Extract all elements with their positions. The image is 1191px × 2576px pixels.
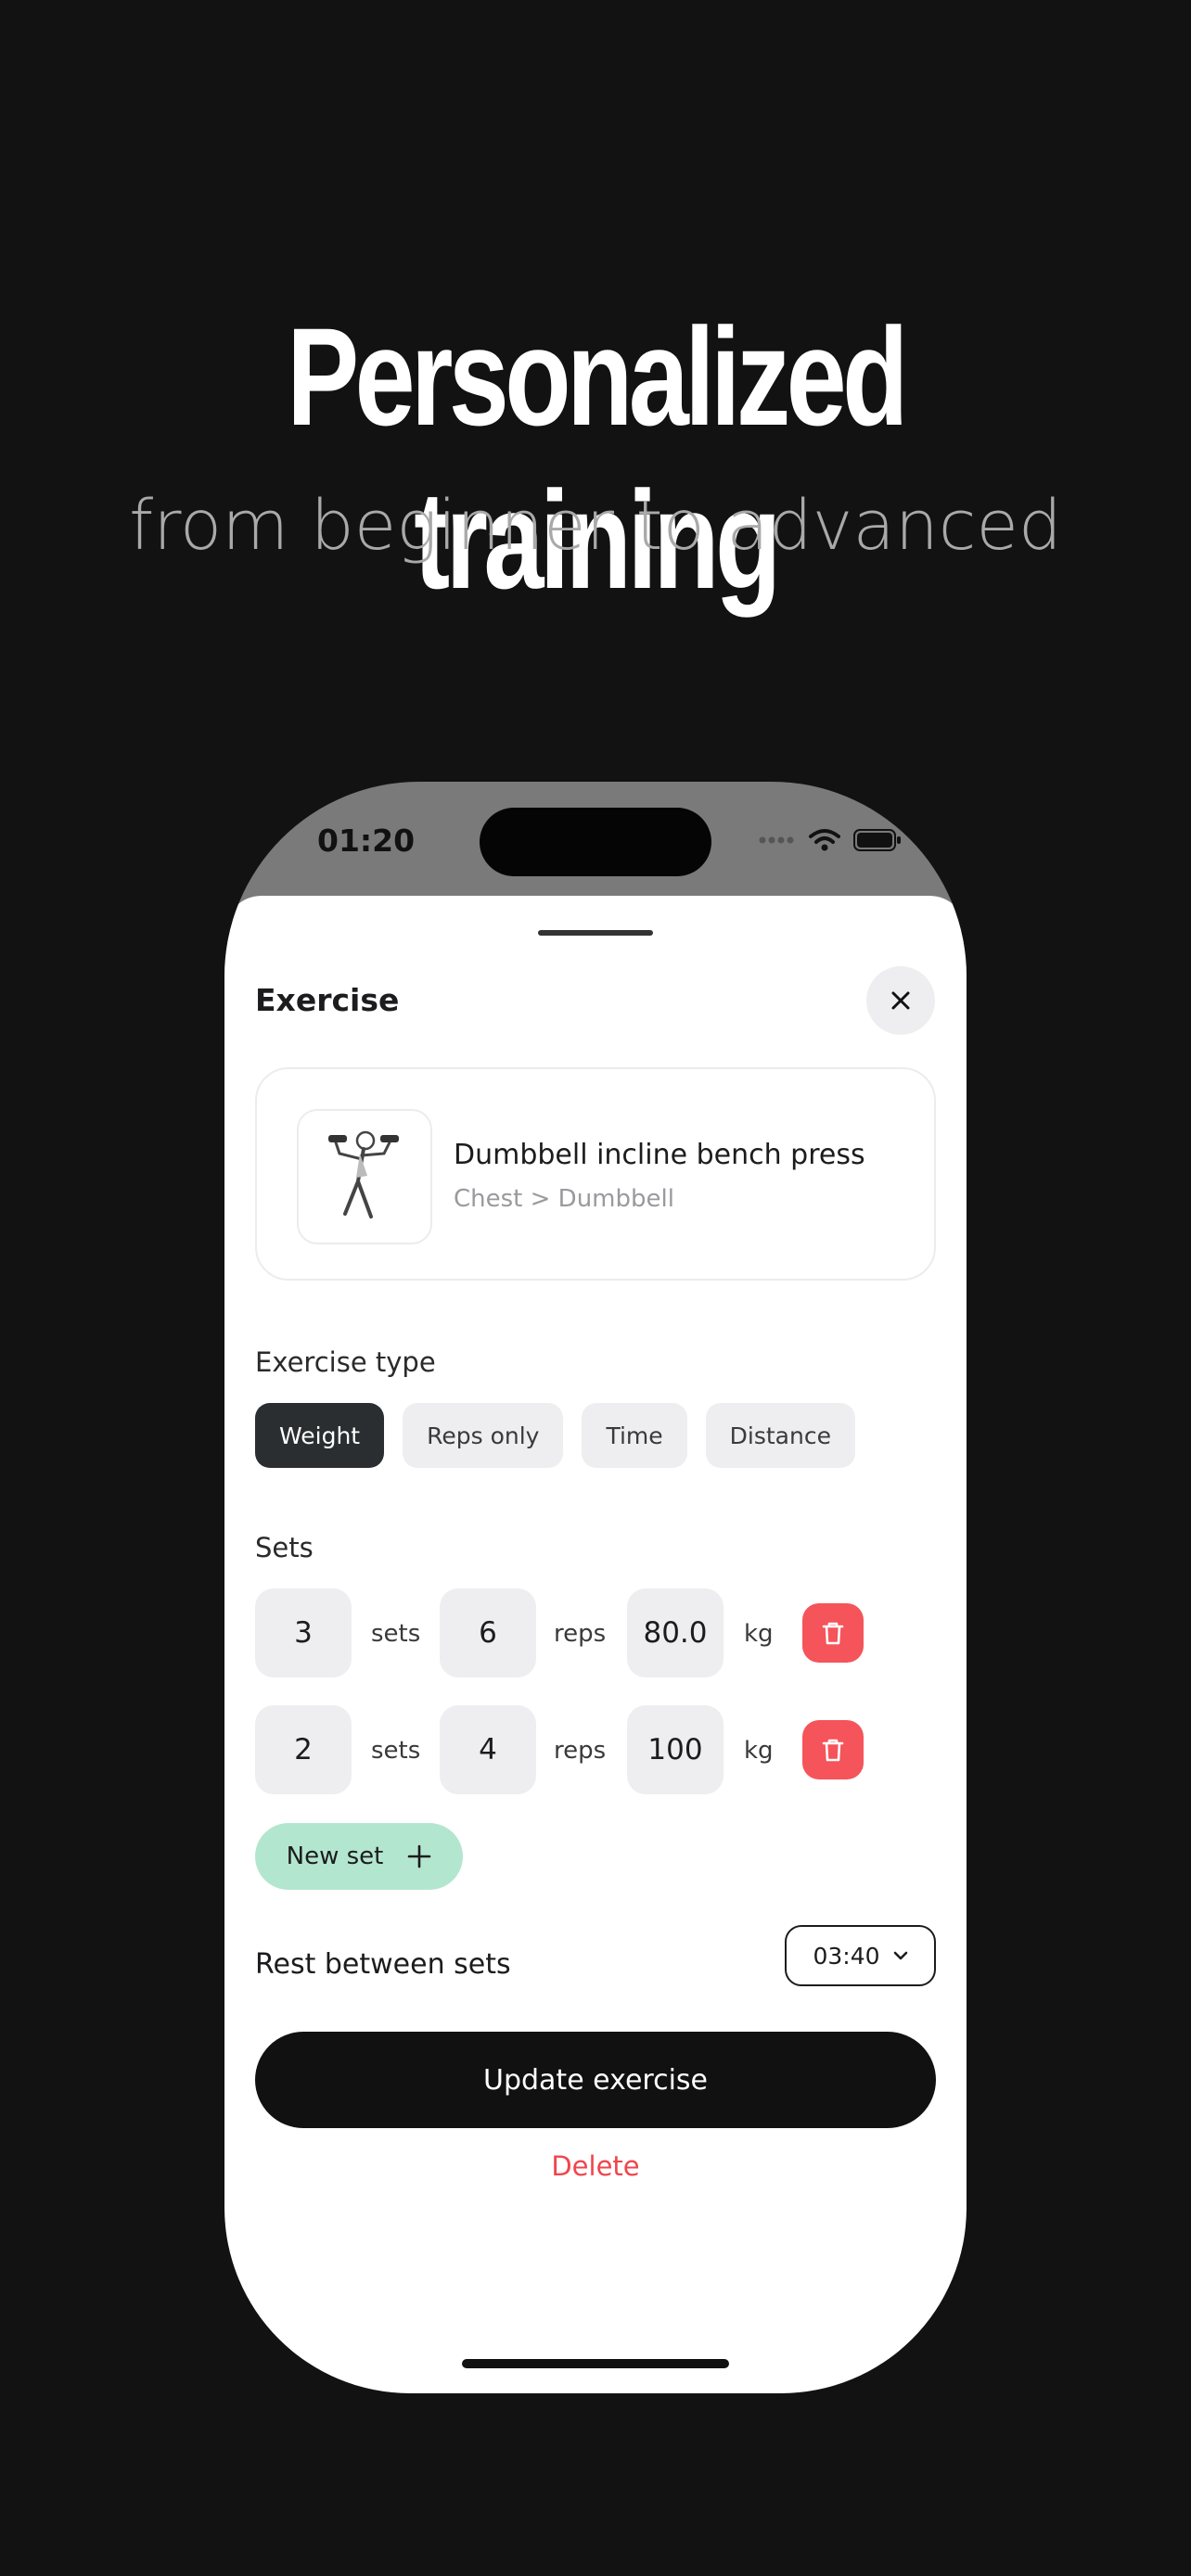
weight-unit-label: kg [744,1620,774,1648]
exercise-name: Dumbbell incline bench press [454,1139,865,1171]
sets-count-input[interactable]: 3 [255,1588,352,1677]
exercise-illustration-icon [328,1130,399,1218]
rest-time-select[interactable]: 03:40 [785,1925,936,1986]
status-icons [759,828,902,852]
trash-icon [822,1739,844,1762]
signal-dots-icon [759,836,794,844]
sets-label: Sets [255,1532,314,1563]
sets-unit-label: sets [371,1737,421,1765]
sheet-grabber[interactable] [538,930,653,936]
reps-input[interactable]: 6 [440,1588,536,1677]
new-set-label: New set [286,1843,384,1870]
marketing-subtitle: from beginner to advanced [129,486,1062,566]
home-indicator [462,2359,729,2368]
plus-icon [408,1844,431,1868]
delete-set-button[interactable] [802,1603,864,1663]
chip-time[interactable]: Time [582,1403,687,1468]
phone-frame: 01:20 Exercise Dumbbell incline bench pr… [224,782,967,2393]
new-set-button[interactable]: New set [255,1823,463,1890]
close-button[interactable] [866,966,935,1035]
chip-reps-only[interactable]: Reps only [403,1403,564,1468]
chevron-down-icon [893,1951,907,1960]
status-time: 01:20 [317,823,416,859]
sets-count-input[interactable]: 2 [255,1705,352,1794]
set-row: 2 sets 4 reps 100 kg [255,1705,936,1794]
chip-weight[interactable]: Weight [255,1403,385,1468]
exercise-sheet: Exercise Dumbbell incline bench press Ch… [224,896,967,2393]
delete-button[interactable]: Delete [224,2150,967,2182]
rest-time-value: 03:40 [813,1942,880,1970]
close-icon [891,991,910,1010]
weight-input[interactable]: 100 [627,1705,724,1794]
dynamic-island [480,808,711,876]
sets-unit-label: sets [371,1620,421,1648]
delete-set-button[interactable] [802,1720,864,1779]
exercise-category: Chest > Dumbbell [454,1185,674,1213]
weight-input[interactable]: 80.0 [627,1588,724,1677]
exercise-type-chips: Weight Reps only Time Distance [255,1403,855,1468]
rest-label: Rest between sets [255,1948,511,1981]
exercise-card[interactable]: Dumbbell incline bench press Chest > Dum… [255,1067,936,1281]
update-exercise-button[interactable]: Update exercise [255,2032,936,2128]
battery-icon [853,829,901,851]
reps-input[interactable]: 4 [440,1705,536,1794]
set-row: 3 sets 6 reps 80.0 kg [255,1588,936,1677]
wifi-icon [809,829,840,851]
trash-icon [822,1622,844,1645]
exercise-thumbnail [297,1109,432,1244]
reps-unit-label: reps [554,1737,607,1765]
sheet-title: Exercise [255,982,400,1018]
reps-unit-label: reps [554,1620,607,1648]
weight-unit-label: kg [744,1737,774,1765]
exercise-type-label: Exercise type [255,1346,436,1378]
chip-distance[interactable]: Distance [705,1403,855,1468]
